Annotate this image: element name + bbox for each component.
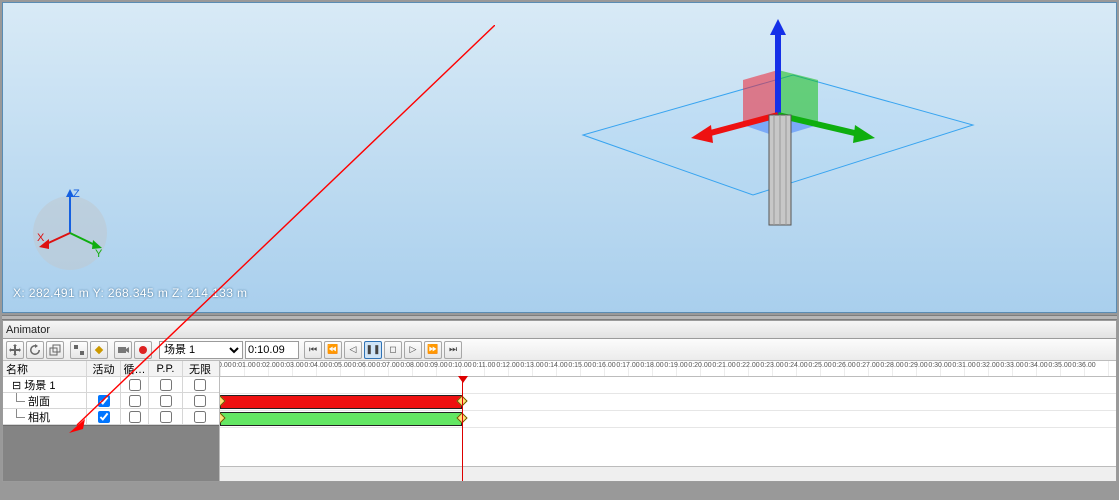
time-input[interactable] (245, 341, 299, 359)
ruler-tick: 0:03.00 (280, 362, 303, 369)
axis-y-label: Y (95, 248, 103, 260)
col-infinite: 无限 (183, 361, 217, 376)
ruler-tick: 0:24.00 (784, 362, 807, 369)
ruler-tick: 0:30.00 (928, 362, 951, 369)
ruler-tick: 0:27.00 (856, 362, 879, 369)
ruler-tick: 0:34.00 (1024, 362, 1047, 369)
ruler-tick: 0:31.00 (952, 362, 975, 369)
ruler-tick: 0:25.00 (808, 362, 831, 369)
ruler-tick: 0:00.00 (220, 362, 232, 369)
ruler-tick: 0:18.00 (640, 362, 663, 369)
tree-item-label: 剖面 (6, 393, 50, 408)
ruler-tick: 0:33.00 (1000, 362, 1023, 369)
ruler-tick: 0:01.00 (232, 362, 255, 369)
ruler-tick: 0:08.00 (400, 362, 423, 369)
tool-record-icon[interactable] (134, 341, 152, 359)
tool-snap-icon[interactable] (70, 341, 88, 359)
ruler-tick: 0:32.00 (976, 362, 999, 369)
tree-empty-area (3, 425, 219, 481)
ruler-tick: 0:09.00 (424, 362, 447, 369)
tool-scale-icon[interactable] (46, 341, 64, 359)
ruler-tick: 0:11.00 (473, 362, 496, 369)
ruler-tick: 0:26.00 (832, 362, 855, 369)
axis-orientation-widget[interactable]: Z Y X (25, 183, 125, 283)
playhead[interactable] (462, 377, 463, 481)
ruler-tick: 0:20.00 (688, 362, 711, 369)
timeline-scrollbar[interactable] (220, 466, 1116, 481)
checkbox-loop[interactable] (129, 379, 141, 391)
ruler-tick: 0:16.00 (592, 362, 615, 369)
tool-rotate-icon[interactable] (26, 341, 44, 359)
timeline[interactable]: 0:00.000:01.000:02.000:03.000:04.000:05.… (220, 361, 1116, 481)
ruler-tick: 0:35.00 (1048, 362, 1071, 369)
scene-content[interactable] (563, 15, 983, 245)
panel-title: Animator (2, 320, 1117, 338)
timeline-track[interactable] (220, 394, 1116, 411)
ruler-tick: 0:23.00 (760, 362, 783, 369)
scene-select[interactable]: 场景 1 (159, 341, 243, 359)
checkbox-active[interactable] (98, 411, 110, 423)
checkbox-pp[interactable] (160, 379, 172, 391)
tree-row[interactable]: 相机 (3, 409, 219, 425)
checkbox-infinite[interactable] (194, 411, 206, 423)
coordinate-readout: X: 282.491 m Y: 268.345 m Z: 214.133 m (13, 286, 247, 300)
ruler-tick: 0:15.00 (568, 362, 591, 369)
ruler-tick: 0:13.00 (520, 362, 543, 369)
tree-item-label: 相机 (6, 409, 50, 424)
clip[interactable] (220, 395, 462, 409)
checkbox-pp[interactable] (160, 411, 172, 423)
transport-step-back-icon[interactable]: ◁ (344, 341, 362, 359)
transport-last-icon[interactable]: ⏭ (444, 341, 462, 359)
axis-x-label: X (37, 232, 45, 244)
viewport-3d[interactable]: Z Y X X: 282.491 m Y: 268.345 m Z: 214.1… (2, 2, 1117, 313)
ruler-tick: 0:06.00 (352, 362, 375, 369)
tool-camera-icon[interactable] (114, 341, 132, 359)
checkbox-active[interactable] (98, 395, 110, 407)
checkbox-infinite[interactable] (194, 379, 206, 391)
transport-pause-icon[interactable]: ❚❚ (364, 341, 382, 359)
transport-first-icon[interactable]: ⏮ (304, 341, 322, 359)
timeline-track[interactable] (220, 377, 1116, 394)
checkbox-infinite[interactable] (194, 395, 206, 407)
checkbox-loop[interactable] (129, 411, 141, 423)
ruler-tick: 0:05.00 (328, 362, 351, 369)
animator-panel: 场景 1 ⏮ ⏪ ◁ ❚❚ ◻ ▷ ⏩ ⏭ 名称 活动 循… P.P. 无限 ⊟… (2, 338, 1117, 482)
timeline-ruler[interactable]: 0:00.000:01.000:02.000:03.000:04.000:05.… (220, 361, 1116, 377)
timeline-track[interactable] (220, 411, 1116, 428)
ruler-tick: 0:22.00 (736, 362, 759, 369)
transport-next-key-icon[interactable]: ⏩ (424, 341, 442, 359)
tree-header: 名称 活动 循… P.P. 无限 (3, 361, 219, 377)
col-pp: P.P. (149, 361, 183, 376)
col-active: 活动 (87, 361, 121, 376)
ruler-tick: 0:04.00 (304, 362, 327, 369)
scene-tree: 名称 活动 循… P.P. 无限 ⊟ 场景 1剖面相机 (3, 361, 220, 481)
ruler-tick: 0:07.00 (376, 362, 399, 369)
tree-row[interactable]: 剖面 (3, 393, 219, 409)
checkbox-pp[interactable] (160, 395, 172, 407)
ruler-tick: 0:21.00 (712, 362, 735, 369)
ruler-tick: 0:17.00 (616, 362, 639, 369)
ruler-tick: 0:19.00 (664, 362, 687, 369)
col-name: 名称 (3, 361, 87, 376)
tool-translate-icon[interactable] (6, 341, 24, 359)
ruler-tick: 0:12.00 (496, 362, 519, 369)
transport-stop-icon[interactable]: ◻ (384, 341, 402, 359)
transport-prev-key-icon[interactable]: ⏪ (324, 341, 342, 359)
tool-key-icon[interactable] (90, 341, 108, 359)
ruler-tick: 0:14.00 (544, 362, 567, 369)
animator-toolbar: 场景 1 ⏮ ⏪ ◁ ❚❚ ◻ ▷ ⏩ ⏭ (3, 339, 1116, 361)
col-loop: 循… (121, 361, 149, 376)
transport-play-icon[interactable]: ▷ (404, 341, 422, 359)
checkbox-loop[interactable] (129, 395, 141, 407)
tree-row[interactable]: ⊟ 场景 1 (3, 377, 219, 393)
ruler-tick: 0:29.00 (904, 362, 927, 369)
ruler-tick: 0:28.00 (880, 362, 903, 369)
axis-z-label: Z (73, 188, 80, 200)
ruler-tick: 0:10.00 (448, 362, 471, 369)
tree-item-label: ⊟ 场景 1 (6, 377, 55, 392)
ruler-tick: 0:02.00 (256, 362, 279, 369)
timeline-tracks[interactable] (220, 377, 1116, 466)
ruler-tick: 0:36.00 (1072, 362, 1095, 369)
clip[interactable] (220, 412, 462, 426)
